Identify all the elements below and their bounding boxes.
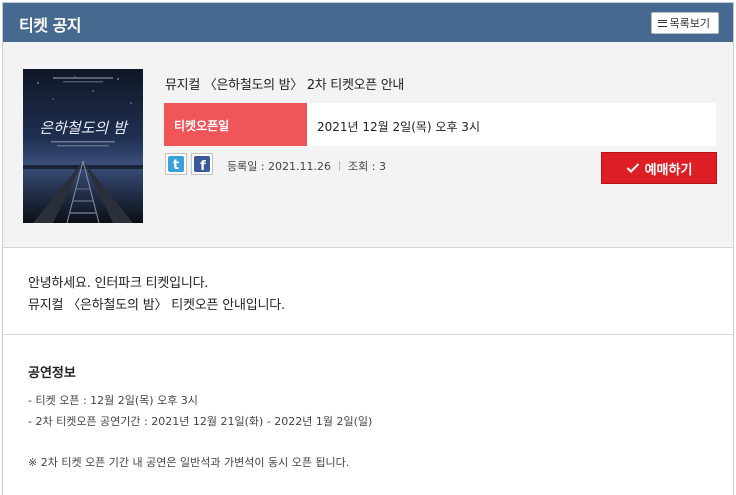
menu-icon <box>657 19 667 27</box>
show-title: 뮤지컬 〈은하철도의 밤〉 2차 티켓오픈 안내 <box>165 78 405 93</box>
list-button[interactable]: 목록보기 <box>650 12 719 34</box>
twitter-icon: t <box>168 156 184 172</box>
svg-text:t: t <box>173 158 179 172</box>
facebook-share-button[interactable]: f <box>191 153 213 175</box>
poster-image[interactable]: 은하철도의 밤 <box>23 69 143 223</box>
ticket-open-label: 티켓오픈일 <box>164 103 307 146</box>
reserve-button-label: 예매하기 <box>644 162 693 178</box>
performance-info-title: 공연정보 <box>28 366 76 381</box>
show-info-section: 은하철도의 밤 뮤지컬 〈은하철도의 밤〉 2차 티켓오픈 안내 티켓오픈일 2… <box>3 42 733 248</box>
greeting-line: 뮤지컬 〈은하철도의 밤〉 티켓오픈 안내입니다. <box>28 298 285 313</box>
post-meta: 등록일 : 2021.11.26 조회 : 3 <box>227 158 386 174</box>
meta-divider <box>339 161 341 171</box>
twitter-share-button[interactable]: t <box>165 153 187 175</box>
registered-date: 등록일 : 2021.11.26 <box>227 160 332 173</box>
view-count: 조회 : 3 <box>348 160 386 173</box>
svg-text:f: f <box>200 159 206 172</box>
poster-title-art: 은하철도의 밤 <box>39 119 129 137</box>
performance-info-list: - 티켓 오픈 : 12월 2일(목) 오후 3시 - 2차 티켓오픈 공연기간… <box>28 390 372 432</box>
reserve-button[interactable]: 예매하기 <box>601 152 717 184</box>
list-item: - 2차 티켓오픈 공연기간 : 2021년 12월 21일(화) - 2022… <box>28 415 373 428</box>
notice-text: ※ 2차 티켓 오픈 기간 내 공연은 일반석과 가변석이 동시 오픈 됩니다. <box>28 456 350 469</box>
ticket-open-value: 2021년 12월 2일(목) 오후 3시 <box>317 120 480 134</box>
greeting-text: 안녕하세요. 인터파크 티켓입니다. 뮤지컬 〈은하철도의 밤〉 티켓오픈 안내… <box>28 273 285 317</box>
facebook-icon: f <box>194 156 210 172</box>
page-title: 티켓 공지 <box>19 16 81 35</box>
notice-panel: 티켓 공지 목록보기 은하철도의 밤 뮤지컬 〈은하철도의 밤〉 2차 티켓오픈… <box>2 2 734 495</box>
header-bar: 티켓 공지 목록보기 <box>3 3 733 42</box>
ticket-open-row: 티켓오픈일 2021년 12월 2일(목) 오후 3시 <box>164 103 716 146</box>
section-divider <box>3 334 733 335</box>
list-button-label: 목록보기 <box>669 17 710 30</box>
greeting-line: 안녕하세요. 인터파크 티켓입니다. <box>28 276 209 291</box>
check-icon <box>626 163 639 173</box>
list-item: - 티켓 오픈 : 12월 2일(목) 오후 3시 <box>28 394 198 407</box>
